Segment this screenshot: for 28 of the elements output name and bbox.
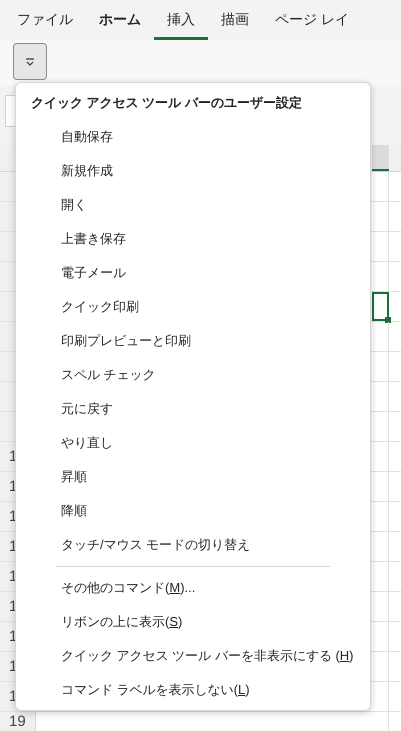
- menu-item[interactable]: 印刷プレビューと印刷: [16, 324, 370, 358]
- menu-item[interactable]: 開く: [16, 188, 370, 222]
- row-number: 19: [9, 712, 26, 730]
- menu-item[interactable]: クイック アクセス ツール バーを非表示にする (H): [16, 639, 370, 673]
- menu-item[interactable]: コマンド ラベルを表示しない(L): [16, 673, 370, 707]
- ribbon-tab[interactable]: 描画: [208, 2, 262, 40]
- menu-item[interactable]: 電子メール: [16, 256, 370, 290]
- caret-icon: [25, 58, 35, 66]
- menu-item[interactable]: 昇順: [16, 460, 370, 494]
- quick-access-dropdown-button[interactable]: [13, 43, 47, 80]
- ribbon-tab[interactable]: ホーム: [86, 2, 154, 40]
- menu-item[interactable]: 元に戻す: [16, 392, 370, 426]
- fill-handle-icon[interactable]: [385, 317, 391, 323]
- menu-item[interactable]: その他のコマンド(M)...: [16, 571, 370, 605]
- menu-item[interactable]: やり直し: [16, 426, 370, 460]
- row-header[interactable]: 19: [0, 712, 36, 731]
- menu-item[interactable]: 上書き保存: [16, 222, 370, 256]
- menu-item[interactable]: 降順: [16, 494, 370, 528]
- menu-item[interactable]: クイック印刷: [16, 290, 370, 324]
- menu-title: クイック アクセス ツール バーのユーザー設定: [31, 94, 302, 112]
- menu-item[interactable]: 自動保存: [16, 120, 370, 154]
- menu-item[interactable]: スペル チェック: [16, 358, 370, 392]
- menu-item[interactable]: タッチ/マウス モードの切り替え: [16, 528, 370, 562]
- column-header[interactable]: [372, 145, 389, 171]
- menu-item[interactable]: リボンの上に表示(S): [16, 605, 370, 639]
- ribbon-tab[interactable]: ファイル: [4, 2, 86, 40]
- menu-item[interactable]: 新規作成: [16, 154, 370, 188]
- ribbon-tab[interactable]: ページ レイ: [262, 2, 362, 40]
